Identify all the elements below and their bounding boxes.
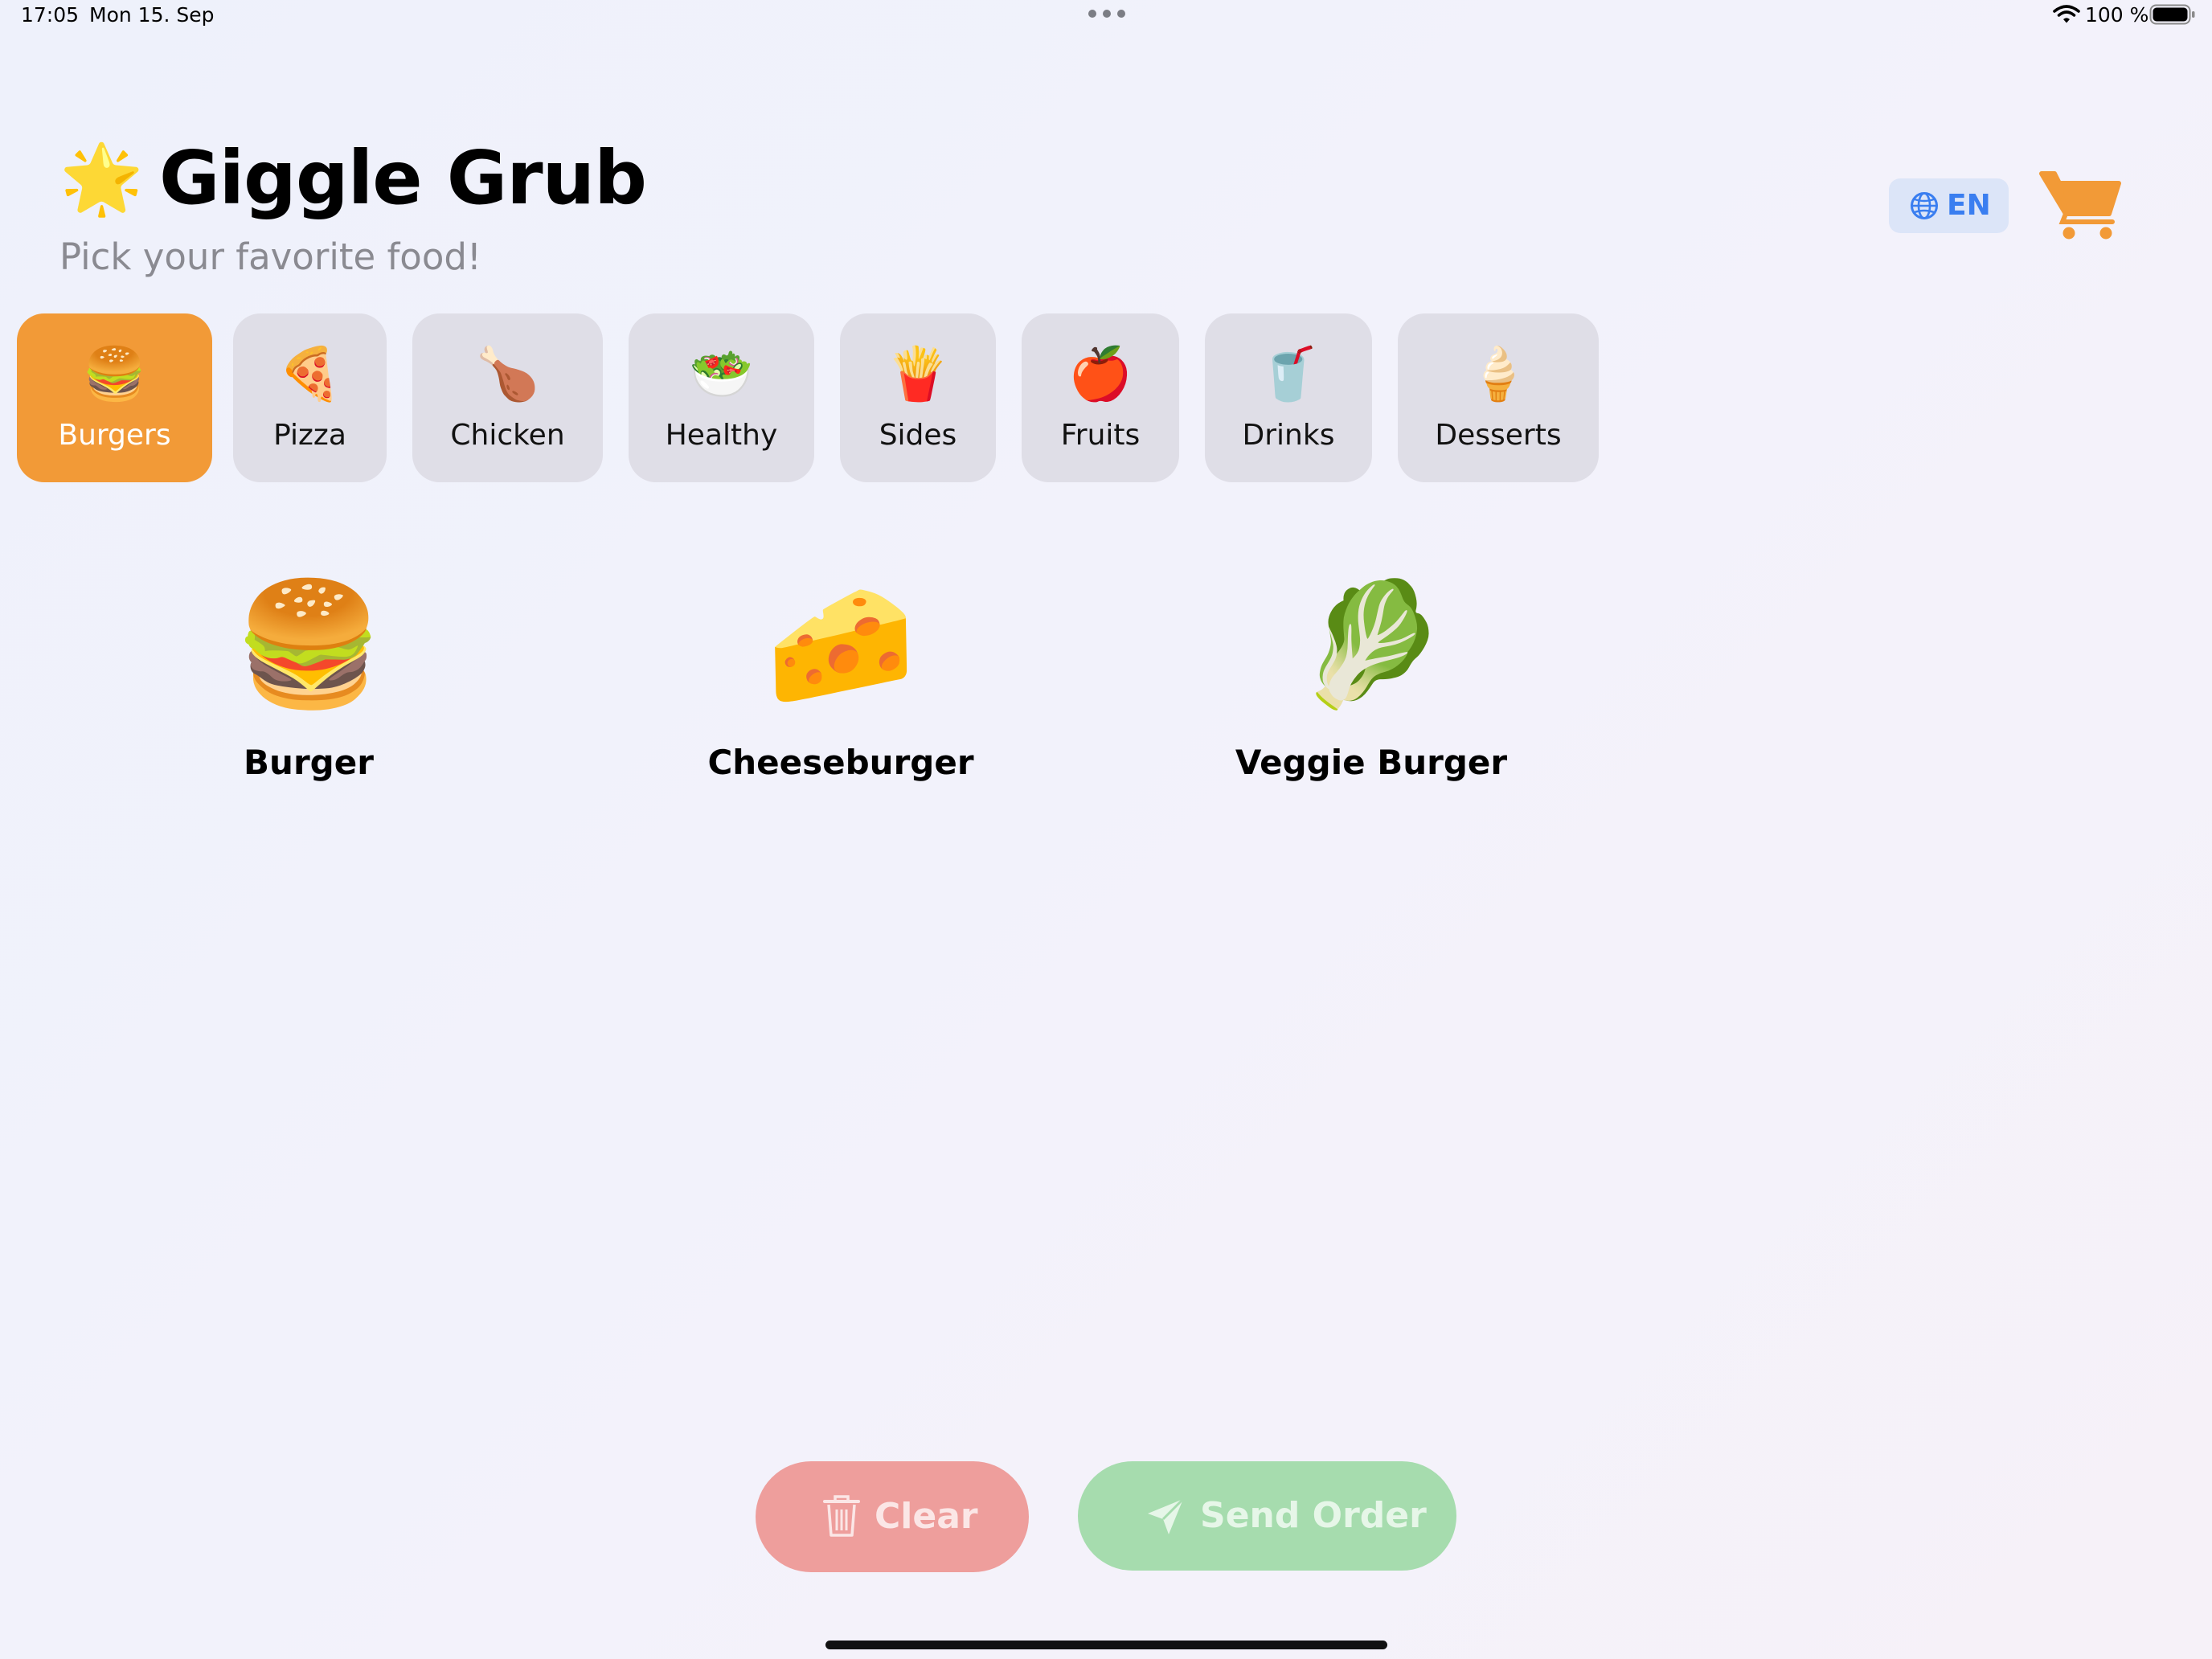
battery-icon	[2149, 4, 2195, 25]
send-order-label: Send Order	[1200, 1495, 1427, 1536]
menu-item-label: Veggie Burger	[1235, 743, 1508, 782]
fries-icon: 🍟	[886, 345, 950, 404]
drink-cup-icon: 🥤	[1256, 345, 1321, 404]
category-label: Pizza	[273, 419, 346, 452]
language-button[interactable]: EN	[1889, 178, 2009, 233]
category-label: Fruits	[1060, 419, 1141, 452]
burger-icon: 🍔	[233, 575, 384, 715]
pizza-icon: 🍕	[277, 345, 342, 404]
status-bar: 17:05 Mon 15. Sep 100 %	[0, 0, 2212, 32]
category-tab-sides[interactable]: 🍟 Sides	[840, 313, 996, 482]
category-label: Burgers	[58, 419, 171, 452]
menu-item-veggie-burger[interactable]: 🥬 Veggie Burger	[1202, 572, 1540, 797]
category-tab-healthy[interactable]: 🥗 Healthy	[629, 313, 814, 482]
send-order-button[interactable]: Send Order	[1078, 1461, 1456, 1571]
cheese-icon: 🧀	[765, 575, 916, 715]
category-tab-pizza[interactable]: 🍕 Pizza	[233, 313, 387, 482]
wifi-icon	[2053, 5, 2080, 23]
category-label: Drinks	[1242, 419, 1335, 452]
menu-item-burger[interactable]: 🍔 Burger	[140, 572, 477, 797]
chicken-leg-icon: 🍗	[475, 345, 540, 404]
category-label: Healthy	[665, 419, 778, 452]
category-label: Sides	[879, 419, 957, 452]
burger-icon: 🍔	[82, 345, 147, 404]
cart-icon[interactable]	[2038, 169, 2122, 241]
salad-icon: 🥗	[689, 345, 754, 404]
clear-label: Clear	[875, 1496, 978, 1537]
menu-item-label: Burger	[244, 743, 374, 782]
star-icon: 🌟	[59, 139, 144, 218]
home-indicator[interactable]	[825, 1641, 1387, 1649]
globe-icon	[1911, 192, 1938, 219]
language-label: EN	[1947, 189, 1991, 222]
menu-item-label: Cheeseburger	[707, 743, 974, 782]
app-subtitle: Pick your favorite food!	[59, 236, 481, 278]
category-tab-fruits[interactable]: 🍎 Fruits	[1022, 313, 1179, 482]
battery-percentage: 100 %	[2085, 3, 2149, 27]
category-label: Chicken	[450, 419, 565, 452]
trash-icon	[823, 1495, 860, 1537]
ice-cream-icon: 🍦	[1466, 345, 1530, 404]
app-title: Giggle Grub	[159, 135, 647, 221]
apple-icon: 🍎	[1068, 345, 1133, 404]
clear-button[interactable]: Clear	[756, 1461, 1029, 1572]
category-tab-drinks[interactable]: 🥤 Drinks	[1205, 313, 1372, 482]
status-date: Mon 15. Sep	[89, 3, 215, 27]
status-time: 17:05	[21, 3, 80, 27]
multitasking-dots-icon[interactable]	[1088, 10, 1125, 18]
paper-plane-icon	[1148, 1497, 1185, 1534]
category-tab-desserts[interactable]: 🍦 Desserts	[1398, 313, 1599, 482]
category-tab-burgers[interactable]: 🍔 Burgers	[17, 313, 212, 482]
category-tab-chicken[interactable]: 🍗 Chicken	[412, 313, 603, 482]
leafy-green-icon: 🥬	[1296, 575, 1447, 715]
menu-item-cheeseburger[interactable]: 🧀 Cheeseburger	[672, 572, 1010, 797]
category-label: Desserts	[1435, 419, 1562, 452]
